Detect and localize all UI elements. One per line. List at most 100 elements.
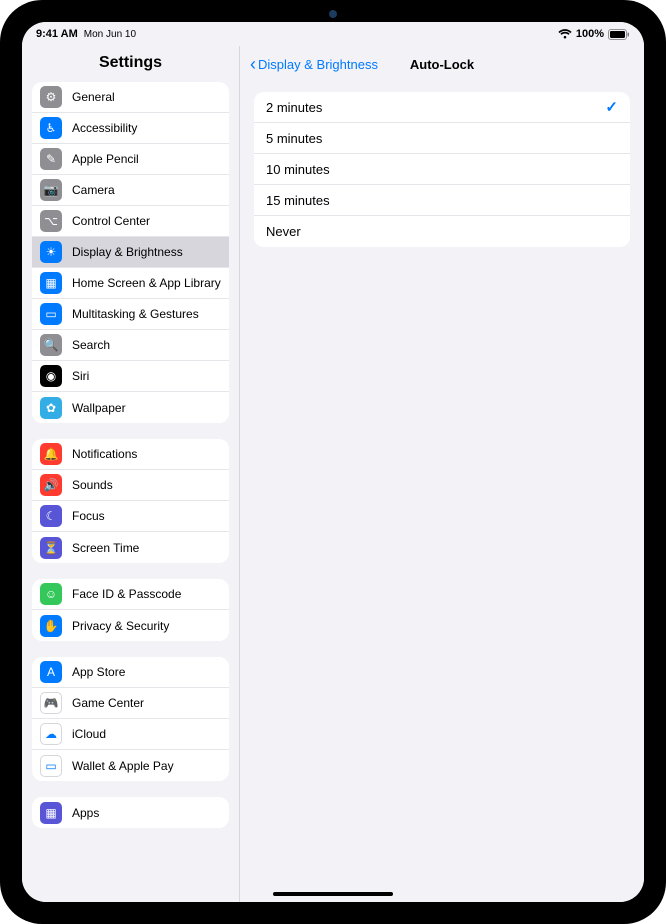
sounds-icon: 🔊 <box>40 474 62 496</box>
detail-header: ‹ Display & Brightness Auto-Lock <box>240 46 644 82</box>
status-date: Mon Jun 10 <box>84 29 136 40</box>
detail-title: Auto-Lock <box>410 57 474 72</box>
option-2-minutes[interactable]: 2 minutes ✓ <box>254 92 630 123</box>
status-bar: 9:41 AM Mon Jun 10 100% <box>22 22 644 46</box>
search-icon: 🔍 <box>40 334 62 356</box>
sidebar-item-apple-pencil[interactable]: ✎ Apple Pencil <box>32 144 229 175</box>
back-button[interactable]: ‹ Display & Brightness <box>250 55 378 73</box>
sidebar-item-label: Multitasking & Gestures <box>72 307 221 321</box>
sidebar-item-focus[interactable]: ☾ Focus <box>32 501 229 532</box>
sidebar-group: ▦ Apps <box>32 797 229 828</box>
multitasking-gestures-icon: ▭ <box>40 303 62 325</box>
sidebar-item-apps[interactable]: ▦ Apps <box>32 797 229 828</box>
checkmark-icon: ✓ <box>605 98 618 116</box>
sidebar-item-label: Home Screen & App Library <box>72 276 221 290</box>
screen-time-icon: ⏳ <box>40 537 62 559</box>
control-center-icon: ⌥ <box>40 210 62 232</box>
sidebar-item-control-center[interactable]: ⌥ Control Center <box>32 206 229 237</box>
sidebar-item-wallpaper[interactable]: ✿ Wallpaper <box>32 392 229 423</box>
notifications-icon: 🔔 <box>40 443 62 465</box>
sidebar-item-wallet-apple-pay[interactable]: ▭ Wallet & Apple Pay <box>32 750 229 781</box>
sidebar-item-home-screen-app-library[interactable]: ▦ Home Screen & App Library <box>32 268 229 299</box>
sidebar-item-game-center[interactable]: 🎮 Game Center <box>32 688 229 719</box>
sidebar-item-label: Control Center <box>72 214 221 228</box>
screen: 9:41 AM Mon Jun 10 100% Settings ⚙︎ Gener… <box>22 22 644 902</box>
option-5-minutes[interactable]: 5 minutes <box>254 123 630 154</box>
app-store-icon: A <box>40 661 62 683</box>
general-icon: ⚙︎ <box>40 86 62 108</box>
sidebar-item-privacy-security[interactable]: ✋Privacy & Security <box>32 610 229 641</box>
status-time: 9:41 AM <box>36 28 78 40</box>
sidebar-item-label: Accessibility <box>72 121 221 135</box>
settings-sidebar: Settings ⚙︎ General ♿︎ Accessibility ✎ Apple … <box>22 46 240 902</box>
game-center-icon: 🎮 <box>40 692 62 714</box>
sidebar-item-label: Screen Time <box>72 541 221 555</box>
camera-icon: 📷 <box>40 179 62 201</box>
siri-icon: ◉ <box>40 365 62 387</box>
option-label: 5 minutes <box>266 131 322 146</box>
sidebar-item-label: Wallet & Apple Pay <box>72 759 221 773</box>
sidebar-item-multitasking-gestures[interactable]: ▭ Multitasking & Gestures <box>32 299 229 330</box>
battery-percent: 100% <box>576 28 604 40</box>
device-frame: 9:41 AM Mon Jun 10 100% Settings ⚙︎ Gener… <box>0 0 666 924</box>
back-label: Display & Brightness <box>258 57 378 72</box>
sidebar-item-app-store[interactable]: A App Store <box>32 657 229 688</box>
privacy-security-icon: ✋ <box>40 615 62 637</box>
sidebar-item-label: Focus <box>72 509 221 523</box>
sidebar-item-face-id-passcode[interactable]: ☺Face ID & Passcode <box>32 579 229 610</box>
wallet-apple-pay-icon: ▭ <box>40 755 62 777</box>
apps-icon: ▦ <box>40 802 62 824</box>
option-label: 15 minutes <box>266 193 330 208</box>
option-label: Never <box>266 224 301 239</box>
detail-pane: ‹ Display & Brightness Auto-Lock 2 minut… <box>240 46 644 902</box>
home-screen-app-library-icon: ▦ <box>40 272 62 294</box>
sidebar-group: A App Store 🎮 Game Center ☁ iCloud ▭ Wallet & A… <box>32 657 229 781</box>
sidebar-item-label: iCloud <box>72 727 221 741</box>
sidebar-scroll[interactable]: ⚙︎ General ♿︎ Accessibility ✎ Apple Pencil 📷 Ca… <box>22 82 239 902</box>
sidebar-item-camera[interactable]: 📷 Camera <box>32 175 229 206</box>
option-15-minutes[interactable]: 15 minutes <box>254 185 630 216</box>
sidebar-item-label: Display & Brightness <box>72 245 221 259</box>
battery-icon <box>608 29 630 40</box>
sidebar-item-label: Apple Pencil <box>72 152 221 166</box>
home-indicator[interactable] <box>273 892 393 896</box>
sidebar-item-label: Notifications <box>72 447 221 461</box>
front-camera <box>329 10 337 18</box>
sidebar-group: ☺Face ID & Passcode✋Privacy & Security <box>32 579 229 641</box>
apple-pencil-icon: ✎ <box>40 148 62 170</box>
option-label: 2 minutes <box>266 100 322 115</box>
sidebar-item-search[interactable]: 🔍 Search <box>32 330 229 361</box>
display-brightness-icon: ☀ <box>40 241 62 263</box>
sidebar-item-label: Search <box>72 338 221 352</box>
wifi-icon <box>558 29 572 39</box>
face-id-passcode-icon: ☺ <box>40 583 62 605</box>
focus-icon: ☾ <box>40 505 62 527</box>
auto-lock-options: 2 minutes ✓ 5 minutes 10 minutes 15 minutes N… <box>254 92 630 247</box>
sidebar-title: Settings <box>22 46 239 82</box>
sidebar-item-general[interactable]: ⚙︎ General <box>32 82 229 113</box>
sidebar-item-display-brightness[interactable]: ☀ Display & Brightness <box>32 237 229 268</box>
sidebar-item-label: Wallpaper <box>72 401 221 415</box>
option-10-minutes[interactable]: 10 minutes <box>254 154 630 185</box>
sidebar-group: 🔔 Notifications 🔊 Sounds ☾ Focus ⏳ Screen Time <box>32 439 229 563</box>
sidebar-group: ⚙︎ General ♿︎ Accessibility ✎ Apple Pencil 📷 Ca… <box>32 82 229 423</box>
chevron-left-icon: ‹ <box>250 55 256 73</box>
option-label: 10 minutes <box>266 162 330 177</box>
sidebar-item-label: Camera <box>72 183 221 197</box>
wallpaper-icon: ✿ <box>40 397 62 419</box>
sidebar-item-screen-time[interactable]: ⏳ Screen Time <box>32 532 229 563</box>
sidebar-item-icloud[interactable]: ☁ iCloud <box>32 719 229 750</box>
sidebar-item-label: Sounds <box>72 478 221 492</box>
sidebar-item-label: Game Center <box>72 696 221 710</box>
sidebar-item-siri[interactable]: ◉ Siri <box>32 361 229 392</box>
option-never[interactable]: Never <box>254 216 630 247</box>
accessibility-icon: ♿︎ <box>40 117 62 139</box>
sidebar-item-notifications[interactable]: 🔔 Notifications <box>32 439 229 470</box>
sidebar-item-accessibility[interactable]: ♿︎ Accessibility <box>32 113 229 144</box>
sidebar-item-label: General <box>72 90 221 104</box>
sidebar-item-label: Siri <box>72 369 221 383</box>
sidebar-item-label: Apps <box>72 806 221 820</box>
sidebar-item-sounds[interactable]: 🔊 Sounds <box>32 470 229 501</box>
icloud-icon: ☁ <box>40 723 62 745</box>
sidebar-item-label: App Store <box>72 665 221 679</box>
